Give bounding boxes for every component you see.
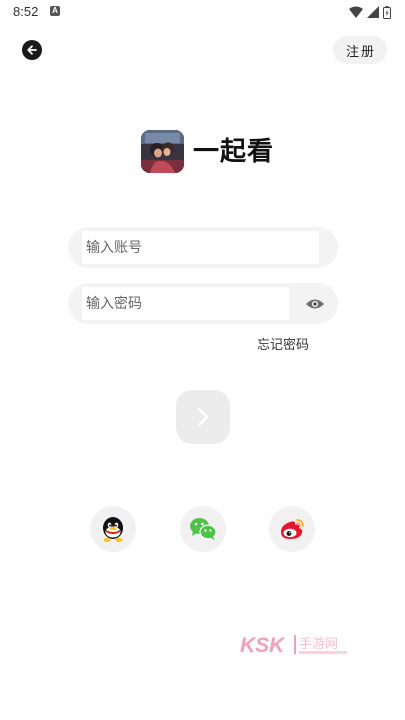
password-field-container <box>68 283 338 324</box>
watermark-brand: KSK <box>240 634 286 657</box>
signal-icon <box>367 6 379 18</box>
battery-icon <box>383 5 391 19</box>
status-icons <box>349 5 391 19</box>
status-bar: 8:52 A <box>0 0 405 24</box>
qq-login-button[interactable] <box>90 506 136 552</box>
weibo-login-button[interactable] <box>269 506 315 552</box>
weibo-icon <box>281 519 304 539</box>
app-logo <box>141 130 184 173</box>
password-input[interactable] <box>86 289 286 318</box>
qq-icon <box>103 517 123 542</box>
eye-icon <box>306 299 324 308</box>
watermark-text: 手游网 <box>299 637 338 652</box>
watermark: KSK 手游网 <box>240 632 352 658</box>
account-input[interactable] <box>86 233 314 262</box>
status-time: 8:52 <box>13 4 39 19</box>
chevron-right-icon <box>197 407 209 427</box>
account-field-container <box>68 227 338 268</box>
forgot-password-link[interactable]: 忘记密码 <box>257 334 309 353</box>
wechat-login-button[interactable] <box>180 506 226 552</box>
watermark-logo: KSK 手游网 <box>240 634 347 657</box>
notification-app-icon: A <box>50 6 60 16</box>
login-submit-button[interactable] <box>176 390 230 444</box>
password-visibility-toggle[interactable] <box>302 293 328 314</box>
back-button[interactable] <box>22 40 42 60</box>
arrow-left-icon <box>27 45 37 55</box>
app-logo-image <box>141 130 184 173</box>
wechat-icon <box>190 518 217 540</box>
wifi-icon <box>349 6 363 18</box>
app-name: 一起看 <box>193 137 275 167</box>
register-button[interactable]: 注册 <box>333 36 387 64</box>
